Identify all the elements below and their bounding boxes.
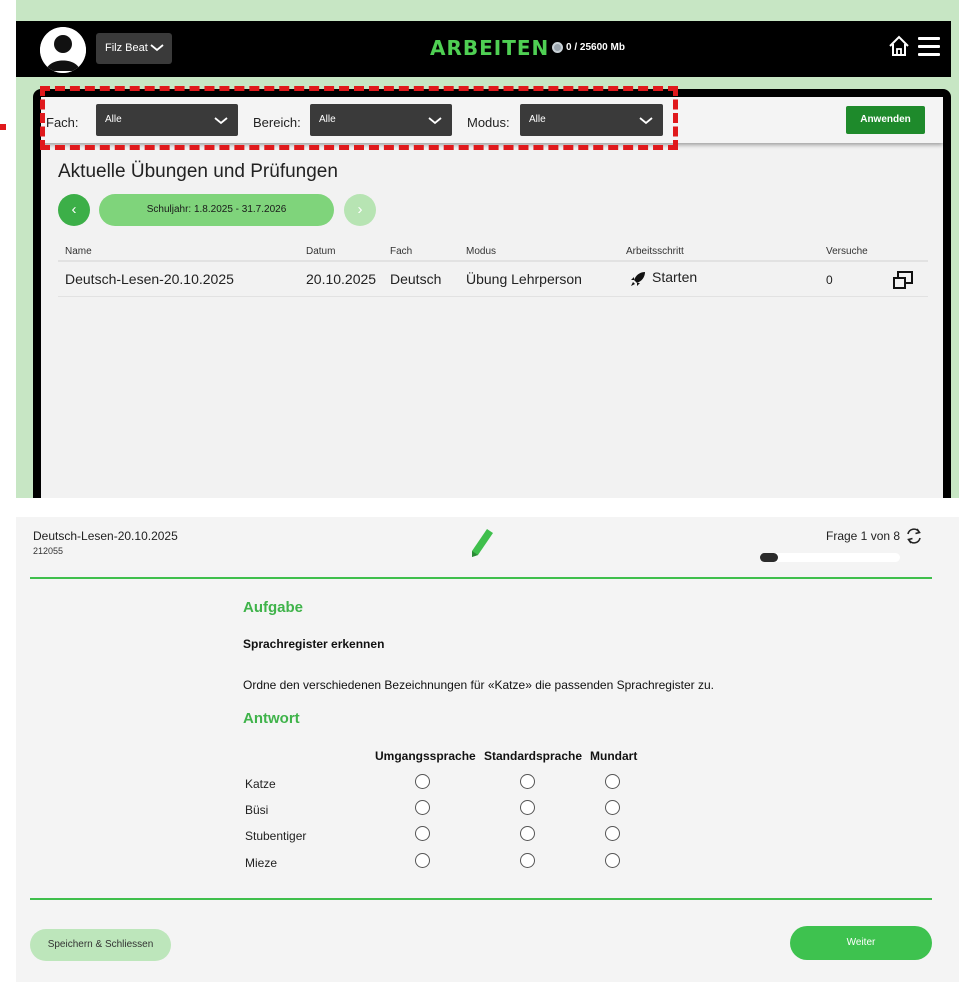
row-modus: Übung Lehrperson xyxy=(466,271,582,287)
option-label: Katze xyxy=(245,777,276,791)
radio-stubentiger-mundart[interactable] xyxy=(605,826,620,841)
table-row-divider xyxy=(58,296,928,297)
row-datum: 20.10.2025 xyxy=(306,271,377,287)
home-icon[interactable] xyxy=(887,34,911,58)
row-versuche: 0 xyxy=(826,273,833,287)
top-divider xyxy=(30,577,932,579)
option-label: Mieze xyxy=(245,856,278,870)
next-year-button[interactable]: › xyxy=(344,194,376,226)
row-fach: Deutsch xyxy=(390,271,442,287)
radio-buesi-standardsprache[interactable] xyxy=(520,800,535,815)
aufgabe-subtitle: Sprachregister erkennen xyxy=(243,637,385,651)
avatar-icon xyxy=(40,27,86,73)
pencil-icon xyxy=(472,529,493,557)
progress-fill xyxy=(760,553,778,562)
save-and-close-button[interactable]: Speichern & Schliessen xyxy=(30,929,171,961)
radio-mieze-umgangssprache[interactable] xyxy=(415,853,430,868)
table-header-divider xyxy=(58,260,928,262)
exercise-title: Deutsch-Lesen-20.10.2025 xyxy=(33,529,178,543)
radio-stubentiger-standardsprache[interactable] xyxy=(520,826,535,841)
content-area xyxy=(41,97,943,498)
progress-track xyxy=(760,553,900,562)
apply-button[interactable]: Anwenden xyxy=(846,106,925,134)
column-header-modus: Modus xyxy=(466,246,497,257)
radio-buesi-mundart[interactable] xyxy=(605,800,620,815)
column-mundart: Mundart xyxy=(590,749,638,763)
option-label: Stubentiger xyxy=(245,829,307,843)
column-header-datum: Datum xyxy=(306,246,336,257)
exercise-id: 212055 xyxy=(33,546,64,556)
radio-stubentiger-umgangssprache[interactable] xyxy=(415,826,430,841)
filter-highlight-box xyxy=(40,86,678,150)
aufgabe-text: Ordne den verschiedenen Bezeichnungen fü… xyxy=(243,678,714,692)
option-label: Büsi xyxy=(245,803,269,817)
column-standardsprache: Standardsprache xyxy=(484,749,583,763)
radio-katze-mundart[interactable] xyxy=(605,774,620,789)
rocket-icon xyxy=(631,272,645,286)
column-header-name: Name xyxy=(65,246,92,257)
avatar[interactable] xyxy=(40,27,86,73)
storage-text: 0 / 25600 Mb xyxy=(566,42,625,53)
question-counter: Frage 1 von 8 xyxy=(826,529,901,543)
highlight-marker xyxy=(0,124,6,130)
column-header-arbeitsschritt: Arbeitsschritt xyxy=(626,246,684,257)
row-name: Deutsch-Lesen-20.10.2025 xyxy=(65,271,234,287)
radio-katze-umgangssprache[interactable] xyxy=(415,774,430,789)
section-title: Aktuelle Übungen und Prüfungen xyxy=(58,161,338,182)
column-header-fach: Fach xyxy=(390,246,413,257)
next-button[interactable]: Weiter xyxy=(790,926,932,960)
radio-mieze-standardsprache[interactable] xyxy=(520,853,535,868)
chevron-down-icon xyxy=(150,44,164,52)
menu-icon[interactable] xyxy=(918,37,940,57)
disk-icon xyxy=(552,42,563,53)
column-umgangssprache: Umgangssprache xyxy=(375,749,476,763)
start-link[interactable]: Starten xyxy=(652,269,697,285)
bottom-divider xyxy=(30,898,932,900)
radio-buesi-umgangssprache[interactable] xyxy=(415,800,430,815)
aufgabe-heading: Aufgabe xyxy=(243,599,303,616)
radio-katze-standardsprache[interactable] xyxy=(520,774,535,789)
column-header-versuche: Versuche xyxy=(826,246,868,257)
radio-mieze-mundart[interactable] xyxy=(605,853,620,868)
refresh-icon[interactable] xyxy=(905,527,923,545)
storage-indicator: 0 / 25600 Mb xyxy=(552,42,625,53)
user-select-label: Filz Beat xyxy=(105,42,148,54)
antwort-heading: Antwort xyxy=(243,710,300,727)
open-window-icon[interactable] xyxy=(892,270,914,290)
user-select[interactable]: Filz Beat xyxy=(96,33,172,64)
app-title: ARBEITEN xyxy=(430,36,550,60)
previous-year-button[interactable]: ‹ xyxy=(58,194,90,226)
school-year-pill: Schuljahr: 1.8.2025 - 31.7.2026 xyxy=(99,194,334,226)
